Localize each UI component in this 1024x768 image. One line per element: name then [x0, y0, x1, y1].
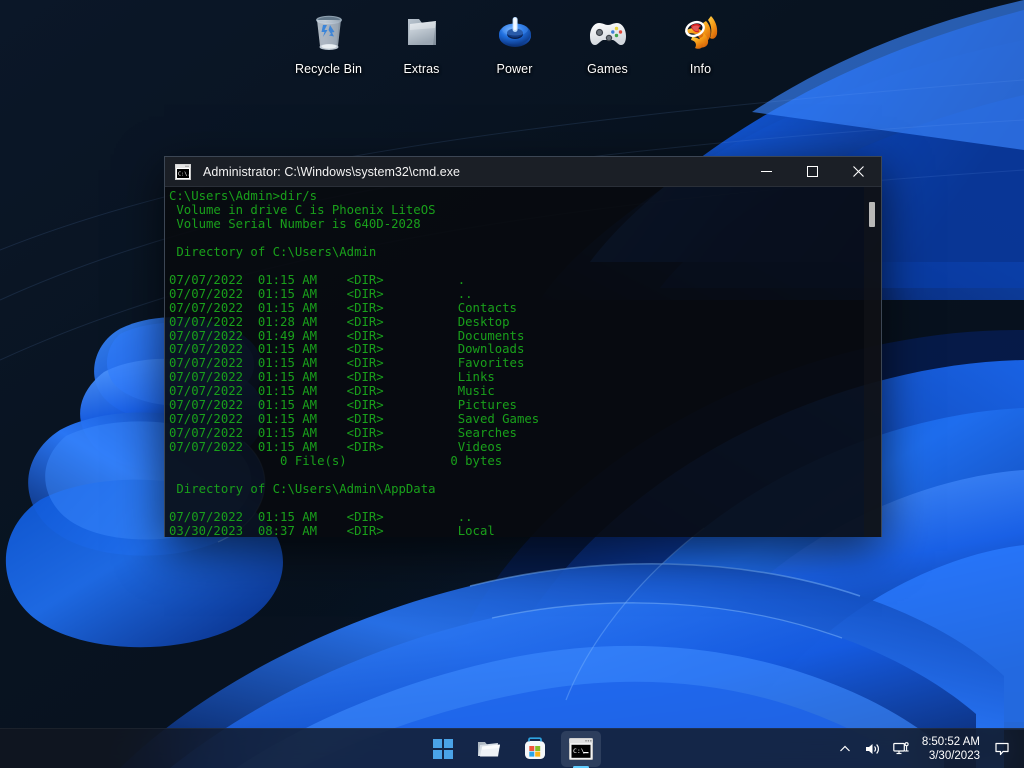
network-icon [893, 741, 909, 754]
chevron-up-icon [839, 745, 850, 751]
desktop-icon-label: Games [587, 62, 628, 76]
maximize-icon [806, 166, 818, 177]
network-button[interactable] [887, 731, 916, 767]
minimize-icon [760, 171, 772, 172]
console-scrollbar-thumb[interactable] [869, 202, 875, 227]
power-icon [491, 8, 539, 56]
desktop-icon-power[interactable]: Power [468, 4, 561, 76]
volume-button[interactable] [858, 731, 887, 767]
chat-bubble-icon [995, 742, 1009, 755]
desktop-icon-info[interactable]: Info [654, 4, 747, 76]
desktop-icon-games[interactable]: Games [561, 4, 654, 76]
start-button[interactable] [423, 731, 463, 767]
svg-text:C:\.: C:\. [178, 171, 191, 177]
svg-text:C:\: C:\ [573, 747, 585, 755]
clock-button[interactable]: 8:50:52 AM 3/30/2023 [916, 731, 988, 767]
clock-date: 3/30/2023 [928, 749, 980, 762]
file-explorer-button[interactable] [469, 731, 509, 767]
recycle-bin-icon [305, 8, 353, 56]
folder-icon [478, 741, 500, 756]
store-icon [525, 736, 545, 759]
desktop-icon-extras[interactable]: Extras [375, 4, 468, 76]
window-controls [743, 157, 881, 187]
cmd-title-bar[interactable]: C:\. Administrator: C:\Windows\system32\… [165, 157, 881, 187]
desktop-icon-grid: Recycle Bin Extras Power Games Info [282, 4, 747, 76]
notifications-button[interactable] [988, 731, 1016, 767]
desktop-icon-label: Recycle Bin [294, 62, 363, 76]
cmd-taskbar-button[interactable]: C:\ [561, 730, 601, 767]
close-button[interactable] [835, 157, 881, 187]
cmd-console-area[interactable]: C:\Users\Admin>dir/s Volume in drive C i… [165, 187, 881, 537]
game-controller-icon [584, 8, 632, 56]
microsoft-store-button[interactable] [515, 731, 555, 767]
cmd-title-label: Administrator: C:\Windows\system32\cmd.e… [203, 164, 461, 179]
console-output-text: C:\Users\Admin>dir/s Volume in drive C i… [169, 189, 540, 537]
folder-icon [398, 8, 446, 56]
cmd-window[interactable]: C:\. Administrator: C:\Windows\system32\… [164, 156, 882, 537]
desktop-icon-label: Info [689, 62, 712, 76]
show-hidden-icons-button[interactable] [832, 731, 858, 767]
maximize-button[interactable] [789, 157, 835, 187]
minimize-button[interactable] [743, 157, 789, 187]
cmd-icon: C:\. [175, 163, 191, 180]
system-tray: 8:50:52 AM 3/30/2023 [832, 729, 1024, 768]
console-scrollbar[interactable] [864, 187, 881, 537]
close-icon [852, 166, 864, 177]
desktop-icon-recycle-bin[interactable]: Recycle Bin [282, 4, 375, 76]
windows-logo-icon [433, 738, 453, 759]
desktop-icon-label: Extras [403, 62, 440, 76]
clock-time: 8:50:52 AM [921, 735, 980, 748]
desktop-icon-label: Power [496, 62, 533, 76]
speaker-icon [865, 743, 879, 754]
taskbar: C:\ 8:50:52 AM 3/30/2023 [0, 728, 1024, 768]
taskbar-buttons: C:\ [423, 729, 601, 768]
cmd-icon: C:\ [569, 737, 593, 760]
phoenix-logo-icon [677, 8, 725, 56]
